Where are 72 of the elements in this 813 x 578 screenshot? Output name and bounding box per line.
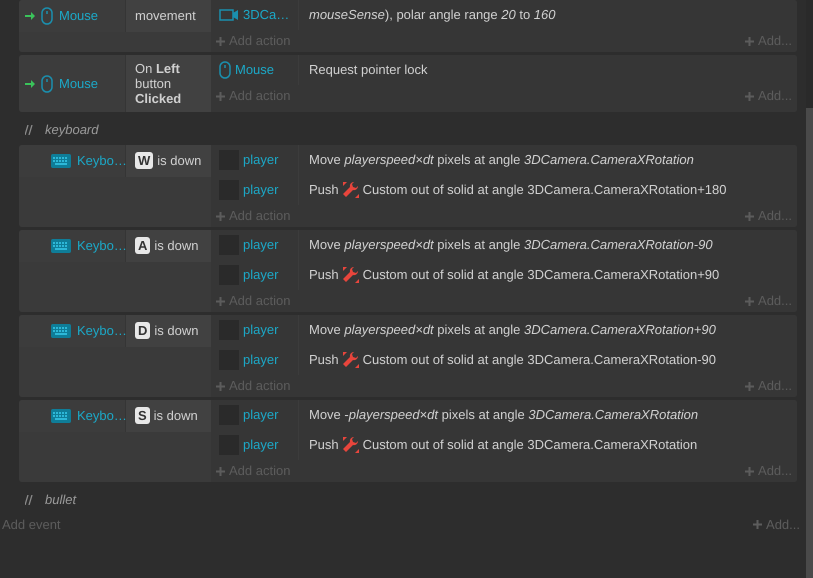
mouse-icon [41, 6, 53, 25]
plus-icon [745, 466, 754, 476]
plus-icon [216, 466, 225, 476]
object-name[interactable]: Mouse [59, 74, 98, 94]
action-text: Push [309, 181, 339, 200]
key-label: A [135, 237, 150, 254]
condition-text: is down [154, 408, 198, 424]
key-label: S [135, 407, 150, 424]
action-text: Push [309, 266, 339, 284]
wrench-icon [342, 351, 360, 369]
action-text: Move playerspeed×dt pixels at angle 3DCamera.CameraXRotation+90 [309, 321, 716, 340]
condition-text: is down [157, 153, 202, 168]
action-text: Custom out of solid at angle 3DCamera.CameraXRotation+90 [362, 266, 720, 284]
action-object-name[interactable]: player [243, 235, 278, 255]
action-object-name[interactable]: Mouse [235, 60, 274, 80]
action-text: Move -playerspeed×dt pixels at angle 3DCamera.CameraXRotation [309, 406, 698, 424]
action-object-name[interactable]: player [243, 405, 278, 425]
condition-text: is down [154, 238, 198, 254]
action-text: Custom out of solid at angle 3DCamera.CameraXRotation-90 [362, 351, 716, 370]
keyboard-icon [51, 408, 71, 423]
action-object-name[interactable]: player [243, 350, 278, 370]
object-name[interactable]: Keybo… [77, 236, 127, 256]
camera-icon [219, 8, 239, 22]
mouse-icon [219, 61, 231, 79]
trigger-arrow-icon [25, 12, 35, 20]
action-object-name[interactable]: player [243, 150, 278, 170]
object-name[interactable]: Keybo… [77, 406, 127, 426]
object-name[interactable]: Mouse [59, 6, 98, 26]
plus-icon [745, 36, 754, 46]
condition-text: On Left button Clicked [135, 61, 182, 106]
scrollbar-thumb[interactable] [806, 108, 813, 578]
plus-icon [216, 92, 225, 100]
plus-icon [216, 36, 225, 46]
action-object-name[interactable]: player [243, 435, 278, 455]
action-text: Move playerspeed×dt pixels at angle 3DCamera.CameraXRotation-90 [309, 236, 713, 254]
condition-text: is down [154, 323, 198, 338]
action-text: Push [309, 351, 339, 370]
object-name[interactable]: Keybo… [77, 321, 127, 340]
action-object-name[interactable]: player [243, 320, 278, 340]
plus-icon [745, 92, 754, 100]
action-object-name[interactable]: player [243, 180, 278, 200]
keyboard-icon [51, 154, 71, 168]
condition-text: movement [135, 8, 196, 24]
action-text: Custom out of solid at angle 3DCamera.CameraXRotation+180 [362, 181, 726, 200]
trigger-arrow-icon [25, 80, 35, 88]
keyboard-icon [51, 324, 71, 338]
action-text: Push [309, 436, 339, 454]
action-text: Request pointer lock [309, 61, 428, 80]
mouse-icon [41, 74, 53, 92]
key-label: D [135, 322, 150, 340]
key-label: W [135, 152, 154, 170]
plus-icon [216, 212, 225, 220]
action-text: Custom out of solid at angle 3DCamera.CameraXRotation [362, 436, 698, 454]
comment-slashes-icon [25, 125, 33, 135]
comment-text: keyboard [45, 121, 98, 140]
keyboard-icon [51, 238, 71, 253]
action-object-name[interactable]: player [243, 265, 278, 285]
action-object-name[interactable]: 3DCa… [243, 5, 290, 25]
plus-icon [216, 382, 225, 390]
plus-icon [753, 520, 762, 530]
wrench-icon [342, 181, 360, 199]
plus-icon [745, 296, 754, 306]
plus-icon [745, 382, 754, 390]
action-text: Move playerspeed×dt pixels at angle 3DCamera.CameraXRotation [309, 151, 694, 170]
action-text: mouseSense), polar angle range 20 to 160 [309, 6, 556, 24]
plus-icon [216, 296, 225, 306]
wrench-icon [342, 436, 360, 454]
comment-slashes-icon [25, 495, 33, 505]
object-name[interactable]: Keybo… [77, 151, 127, 170]
wrench-icon [342, 266, 360, 284]
plus-icon [745, 212, 754, 220]
comment-text: bullet [45, 491, 76, 510]
